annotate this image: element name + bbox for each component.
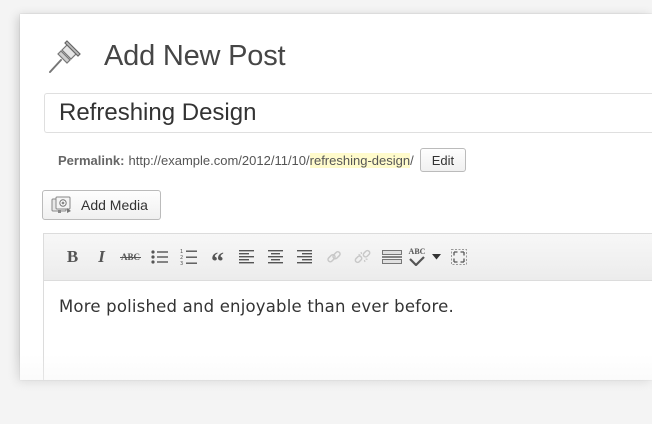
post-editor-panel: Add New Post Permalink: http://example.c…	[20, 14, 652, 380]
add-media-button[interactable]: Add Media	[42, 190, 161, 220]
align-right-button[interactable]	[290, 243, 319, 271]
align-left-button[interactable]	[232, 243, 261, 271]
permalink-trailing: /	[410, 152, 414, 168]
spellcheck-label: ABC	[408, 247, 426, 256]
permalink-label: Permalink:	[58, 152, 125, 168]
blockquote-button[interactable]: “	[203, 243, 232, 275]
spellcheck-icon	[409, 256, 425, 266]
pushpin-icon	[49, 40, 81, 73]
numbered-list-icon: 1 2 3	[180, 249, 197, 266]
bold-button[interactable]: B	[58, 243, 87, 271]
align-center-button[interactable]	[261, 243, 290, 271]
align-left-icon	[238, 250, 254, 264]
bullet-list-button[interactable]	[145, 243, 174, 271]
unlink-icon	[354, 249, 370, 264]
unlink-button[interactable]	[348, 243, 377, 271]
numbered-list-button[interactable]: 1 2 3	[174, 243, 203, 271]
post-title-input[interactable]	[44, 93, 652, 133]
edit-permalink-button[interactable]: Edit	[419, 148, 467, 172]
more-tag-button[interactable]	[377, 243, 406, 271]
editor-content[interactable]: More polished and enjoyable than ever be…	[44, 281, 652, 332]
spellcheck-dropdown[interactable]	[428, 243, 444, 271]
permalink-slug[interactable]: refreshing-design	[309, 152, 411, 168]
blockquote-icon: “	[211, 247, 224, 276]
editor-toolbar: B I ABC 1 2 3 “ ABC	[44, 234, 652, 281]
permalink-row: Permalink: http://example.com/2012/11/10…	[58, 148, 467, 172]
bold-icon: B	[66, 247, 79, 266]
add-media-label: Add Media	[81, 197, 148, 213]
strikethrough-icon: ABC	[119, 252, 141, 262]
fullscreen-icon	[450, 249, 467, 265]
italic-icon: I	[98, 247, 105, 266]
link-button[interactable]	[319, 243, 348, 271]
permalink-base-url: http://example.com/2012/11/10/	[128, 152, 310, 168]
fullscreen-button[interactable]	[444, 243, 473, 271]
italic-button[interactable]: I	[87, 243, 116, 271]
align-center-icon	[267, 250, 283, 264]
svg-text:3: 3	[180, 261, 183, 266]
content-editor: B I ABC 1 2 3 “ ABC More polished and en…	[43, 233, 652, 380]
page-title: Add New Post	[104, 39, 286, 72]
link-icon	[326, 250, 341, 263]
strikethrough-button[interactable]: ABC	[116, 243, 145, 271]
page-heading: Add New Post	[46, 36, 286, 76]
media-icon	[51, 196, 71, 213]
align-right-icon	[296, 250, 312, 264]
spellcheck-button[interactable]: ABC	[406, 243, 428, 271]
more-tag-icon	[381, 250, 402, 264]
bullet-list-icon	[150, 250, 168, 264]
dropdown-arrow-icon	[431, 254, 441, 260]
